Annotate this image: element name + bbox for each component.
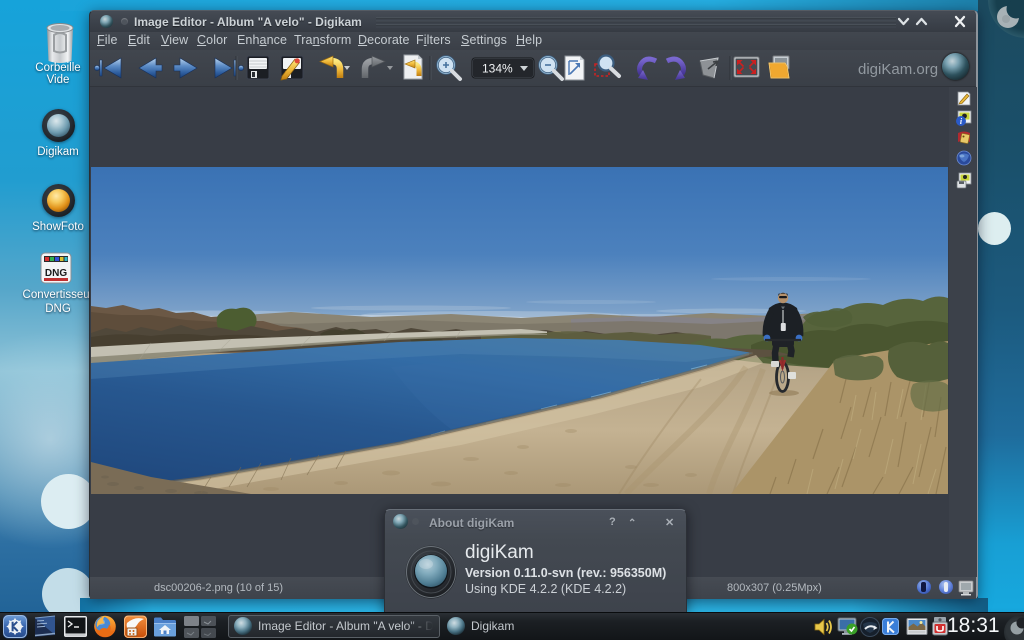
svg-text:134%: 134% (482, 62, 513, 76)
svg-text:DNG: DNG (45, 268, 67, 279)
